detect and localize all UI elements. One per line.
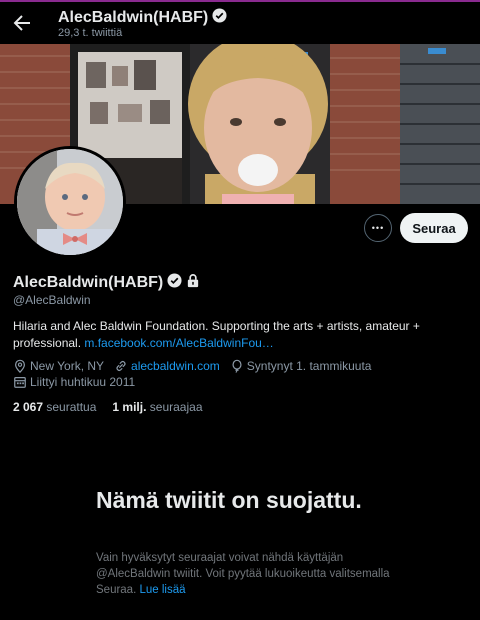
profile-avatar[interactable] bbox=[14, 146, 126, 258]
profile-meta-row-2: Liittyi huhtikuu 2011 bbox=[13, 375, 145, 389]
joined-item: Liittyi huhtikuu 2011 bbox=[13, 375, 135, 389]
following-link[interactable]: 2 067 seurattua bbox=[13, 400, 96, 414]
verified-badge-icon bbox=[167, 273, 182, 293]
website-item: alecbaldwin.com bbox=[114, 359, 220, 373]
more-dots-icon: ••• bbox=[371, 223, 385, 233]
back-arrow-icon[interactable] bbox=[10, 11, 34, 35]
follow-stats: 2 067 seurattua 1 milj. seuraajaa bbox=[13, 400, 203, 414]
joined-text: Liittyi huhtikuu 2011 bbox=[30, 375, 136, 389]
location-pin-icon bbox=[13, 359, 27, 373]
header-tweet-count: 29,3 t. twiittiä bbox=[58, 27, 123, 39]
following-label: seurattua bbox=[46, 400, 97, 414]
link-icon bbox=[114, 359, 128, 373]
profile-header-bar: AlecBaldwin(HABF) 29,3 t. twiittiä bbox=[0, 2, 480, 44]
protected-description: Vain hyväksytyt seuraajat voivat nähdä k… bbox=[96, 550, 396, 598]
birthday-text: Syntynyt 1. tammikuuta bbox=[246, 359, 372, 373]
more-options-button[interactable]: ••• bbox=[364, 214, 392, 242]
profile-name-row: AlecBaldwin(HABF) bbox=[13, 273, 200, 293]
following-count: 2 067 bbox=[13, 400, 44, 414]
bio-link[interactable]: m.facebook.com/AlecBaldwinFou… bbox=[84, 336, 273, 350]
balloon-icon bbox=[230, 359, 244, 373]
header-name: AlecBaldwin(HABF) bbox=[58, 9, 209, 26]
location-text: New York, NY bbox=[30, 359, 105, 373]
location-item: New York, NY bbox=[13, 359, 104, 373]
followers-link[interactable]: 1 milj. seuraajaa bbox=[112, 400, 202, 414]
lock-icon bbox=[186, 273, 200, 293]
website-link[interactable]: alecbaldwin.com bbox=[131, 359, 220, 373]
protected-title: Nämä twiitit on suojattu. bbox=[96, 487, 362, 513]
calendar-icon bbox=[13, 375, 27, 389]
profile-name: AlecBaldwin(HABF) bbox=[13, 274, 164, 291]
profile-meta-row-1: New York, NY alecbaldwin.com Syntynyt 1.… bbox=[13, 359, 381, 373]
followers-count: 1 milj. bbox=[112, 400, 147, 414]
followers-label: seuraajaa bbox=[149, 400, 203, 414]
birthday-item: Syntynyt 1. tammikuuta bbox=[230, 359, 372, 373]
learn-more-link[interactable]: Lue lisää bbox=[139, 584, 185, 596]
profile-handle: @AlecBaldwin bbox=[13, 293, 91, 307]
profile-bio: Hilaria and Alec Baldwin Foundation. Sup… bbox=[13, 318, 468, 352]
header-name-row: AlecBaldwin(HABF) bbox=[58, 8, 227, 28]
follow-button[interactable]: Seuraa bbox=[400, 213, 468, 243]
verified-badge-icon bbox=[212, 8, 227, 28]
